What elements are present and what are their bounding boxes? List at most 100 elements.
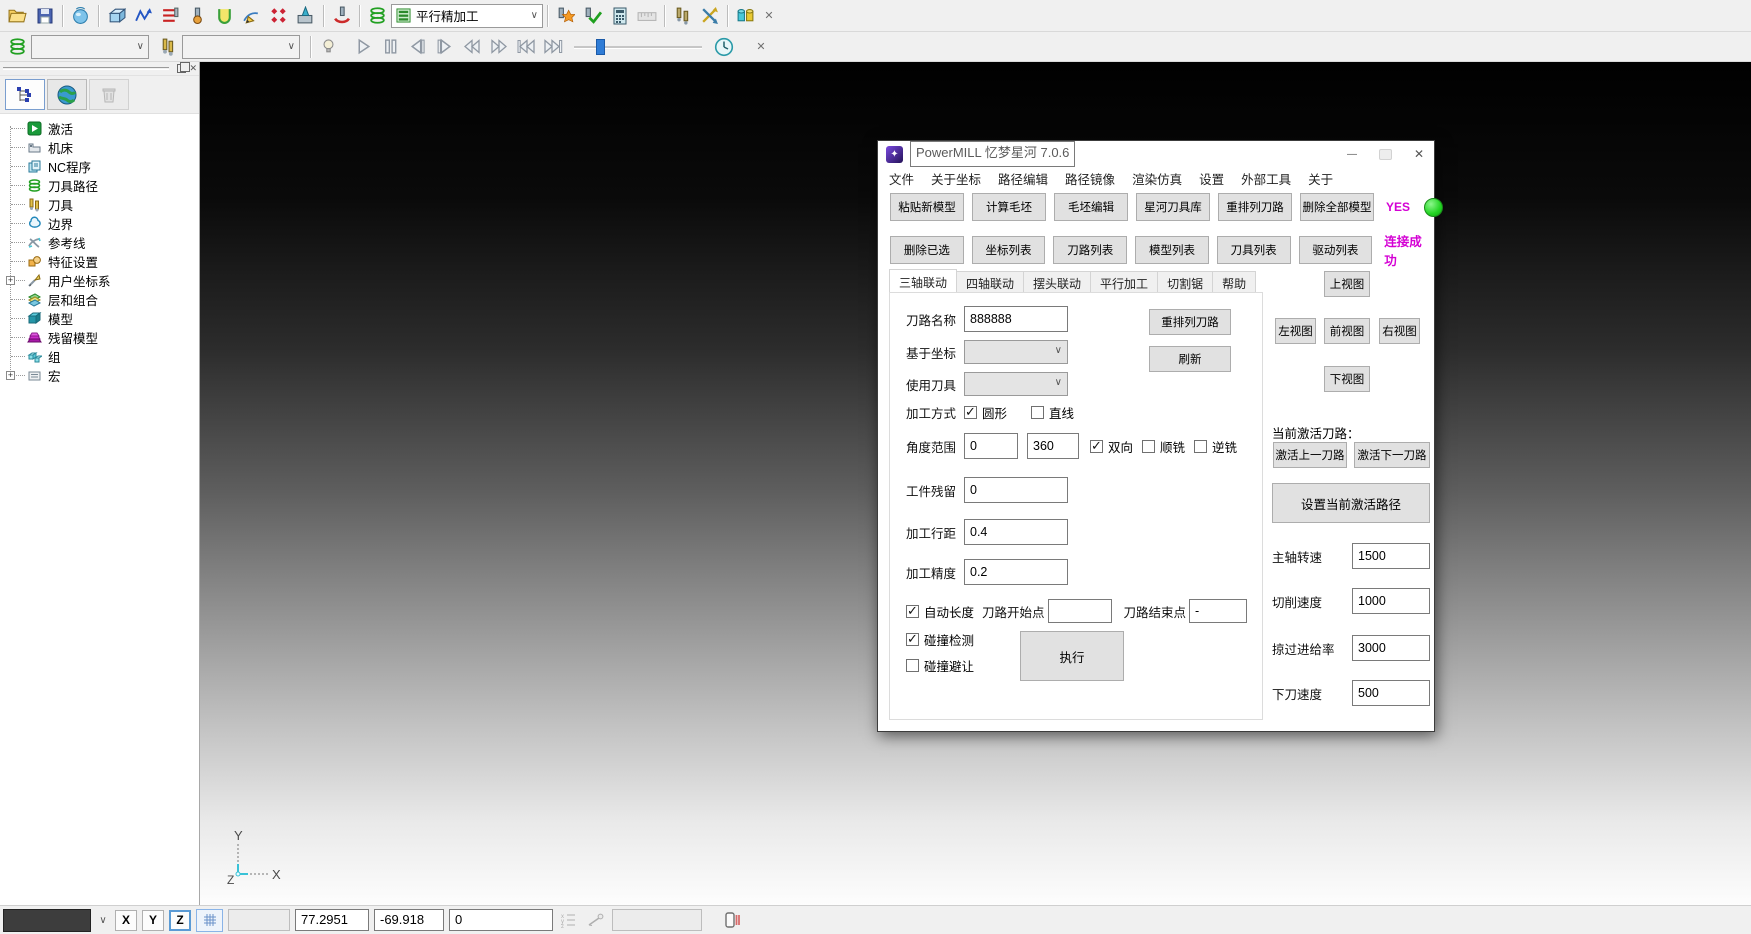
tree-item-groups[interactable]: 组: [0, 347, 199, 366]
climb-checkbox[interactable]: 顺铣: [1142, 437, 1185, 456]
points-icon[interactable]: [265, 3, 292, 29]
toolpath-name-input[interactable]: [964, 306, 1068, 332]
minimize-icon[interactable]: [1347, 149, 1357, 160]
calculator-icon[interactable]: [606, 3, 633, 29]
axis-z-button[interactable]: Z: [169, 910, 191, 931]
tree-item-models[interactable]: 模型: [0, 309, 199, 328]
tree-item-levels-sets[interactable]: 层和组合: [0, 290, 199, 309]
measure-icon[interactable]: [633, 3, 660, 29]
stock-input[interactable]: [964, 477, 1068, 503]
pattern-pencil-icon[interactable]: [238, 3, 265, 29]
model-list-button[interactable]: 模型列表: [1135, 236, 1209, 264]
mode-circle-checkbox[interactable]: 圆形: [964, 403, 1007, 422]
chevron-down-icon[interactable]: [96, 915, 110, 926]
activate-next-button[interactable]: 激活下一刀路: [1354, 442, 1430, 468]
open-project-icon[interactable]: [4, 3, 31, 29]
explorer-tab-globe[interactable]: [47, 79, 87, 110]
refresh-button[interactable]: 刷新: [1149, 346, 1231, 372]
tree-item-nc-programs[interactable]: NC程序: [0, 157, 199, 176]
angle-end-input[interactable]: [1027, 433, 1079, 459]
probe-pin-icon[interactable]: [585, 912, 607, 928]
chevron-down-icon[interactable]: [288, 41, 295, 52]
menu-simulation[interactable]: 渲染仿真: [1132, 169, 1182, 188]
delete-selected-button[interactable]: 删除已选: [890, 236, 964, 264]
collision-check-checkbox[interactable]: 碰撞检测: [906, 630, 974, 649]
skim-feed-input[interactable]: [1352, 635, 1430, 661]
explorer-tab-tree[interactable]: [5, 79, 45, 110]
menu-workplane[interactable]: 关于坐标: [931, 169, 981, 188]
shade-ball-icon[interactable]: [67, 3, 94, 29]
rearrange-toolpaths-button[interactable]: 重排列刀路: [1218, 193, 1292, 221]
transform-icon[interactable]: [696, 3, 723, 29]
axis-y-button[interactable]: Y: [142, 910, 164, 931]
coord-x-field[interactable]: 77.2951: [295, 909, 369, 931]
simulation-tool-icon[interactable]: [155, 34, 182, 60]
active-toolpath-icon[interactable]: [364, 3, 391, 29]
toolpath-list-button[interactable]: 刀路列表: [1053, 236, 1127, 264]
tree-item-toolpaths[interactable]: 刀具路径: [0, 176, 199, 195]
tree-item-feature-sets[interactable]: 特征设置: [0, 252, 199, 271]
tree-item-tools[interactable]: 刀具: [0, 195, 199, 214]
conventional-checkbox[interactable]: 逆铣: [1194, 437, 1237, 456]
toolpath-verify-icon[interactable]: [552, 3, 579, 29]
workplane-combobox[interactable]: [964, 340, 1068, 364]
simulate-toolpath-icon[interactable]: [4, 34, 31, 60]
highlight-icon[interactable]: [315, 34, 342, 60]
simulation-tool-combobox[interactable]: [182, 35, 300, 59]
expand-icon[interactable]: [6, 371, 15, 380]
plunge-feed-input[interactable]: [1352, 680, 1430, 706]
tree-item-workplanes[interactable]: 用户坐标系: [0, 271, 199, 290]
view-bottom-button[interactable]: 下视图: [1324, 366, 1370, 392]
save-project-icon[interactable]: [31, 3, 58, 29]
chevron-down-icon[interactable]: [1055, 377, 1062, 388]
simulation-toolpath-combobox[interactable]: [31, 35, 149, 59]
chevron-down-icon[interactable]: [1055, 345, 1062, 356]
rewind-icon[interactable]: [458, 34, 485, 60]
end-point-input[interactable]: [1189, 599, 1247, 623]
tree-item-macros[interactable]: 宏: [0, 366, 199, 385]
menu-path-edit[interactable]: 路径编辑: [998, 169, 1048, 188]
fast-forward-icon[interactable]: [485, 34, 512, 60]
tree-item-activate[interactable]: 激活: [0, 119, 199, 138]
go-end-icon[interactable]: [539, 34, 566, 60]
toolpath-ok-icon[interactable]: [579, 3, 606, 29]
tool-arc-icon[interactable]: [328, 3, 355, 29]
coord-y-field[interactable]: -69.918: [374, 909, 444, 931]
activate-prev-button[interactable]: 激活上一刀路: [1273, 442, 1347, 468]
tree-item-patterns[interactable]: 参考线: [0, 233, 199, 252]
pause-icon[interactable]: [377, 34, 404, 60]
coord-z-field[interactable]: 0: [449, 909, 553, 931]
explorer-grip[interactable]: [0, 62, 199, 76]
close-panel-icon[interactable]: [189, 62, 197, 75]
graphics-viewport[interactable]: Y X Z PowerMILL 忆梦星河 7.0.6: [200, 62, 1751, 905]
bidirectional-checkbox[interactable]: 双向: [1090, 437, 1133, 456]
paste-model-button[interactable]: 粘贴新模型: [890, 193, 964, 221]
calc-block-button[interactable]: 计算毛坯: [972, 193, 1046, 221]
toolpath-curve-icon[interactable]: [130, 3, 157, 29]
tree-item-boundaries[interactable]: 边界: [0, 214, 199, 233]
angle-start-input[interactable]: [964, 433, 1018, 459]
close-sim-toolbar-icon[interactable]: [751, 40, 771, 53]
view-top-button[interactable]: 上视图: [1324, 271, 1370, 297]
view-left-button[interactable]: 左视图: [1275, 318, 1316, 344]
speed-slider[interactable]: [574, 37, 702, 57]
strategy-combobox[interactable]: 平行精加工: [391, 4, 543, 28]
step-forward-icon[interactable]: [431, 34, 458, 60]
set-active-path-button[interactable]: 设置当前激活路径: [1272, 483, 1430, 523]
delete-all-models-button[interactable]: 删除全部模型: [1300, 193, 1374, 221]
menu-file[interactable]: 文件: [889, 169, 914, 188]
tool-combobox[interactable]: [964, 372, 1068, 396]
execute-button[interactable]: 执行: [1020, 631, 1124, 681]
block-edit-button[interactable]: 毛坯编辑: [1054, 193, 1128, 221]
tolerance-input[interactable]: [964, 559, 1068, 585]
menu-path-mirror[interactable]: 路径镜像: [1065, 169, 1115, 188]
status-combobox[interactable]: [3, 909, 91, 932]
expand-icon[interactable]: [6, 276, 15, 285]
chevron-down-icon[interactable]: [137, 41, 144, 52]
view-right-button[interactable]: 右视图: [1379, 318, 1420, 344]
explorer-tab-trash[interactable]: [89, 79, 129, 110]
mode-line-checkbox[interactable]: 直线: [1031, 403, 1074, 422]
menu-external-tools[interactable]: 外部工具: [1241, 169, 1291, 188]
sort-list-icon[interactable]: xyz: [558, 912, 580, 928]
close-toolbar-icon[interactable]: [759, 9, 779, 22]
